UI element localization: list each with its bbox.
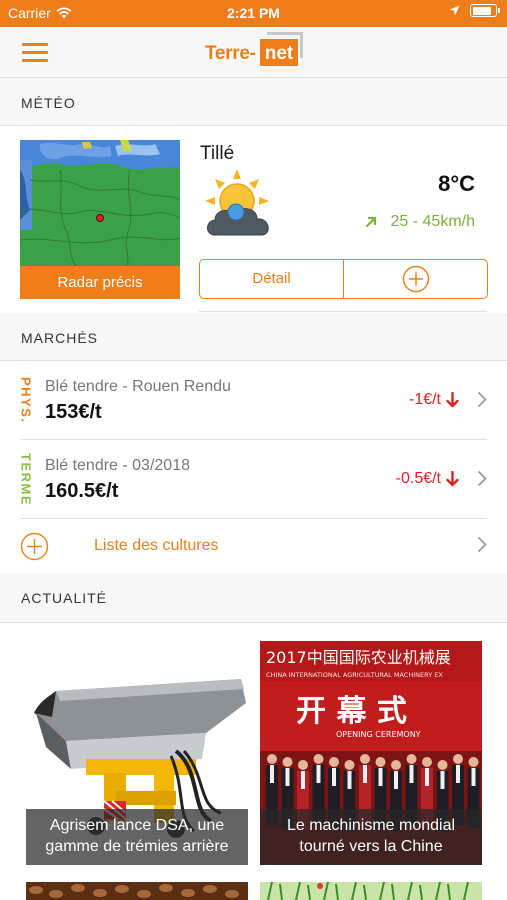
market-row-physique[interactable]: PHYS. Blé tendre - Rouen Rendu 153€/t -1… [0,361,507,439]
news-caption: Le machinisme mondial tourné vers la Chi… [260,809,482,865]
arrow-down-icon [446,392,459,408]
market-tag-terme: TERME [18,452,34,506]
news-card-machinisme[interactable]: 2017中国国际农业机械展 CHINA INTERNATIONAL AGRICU… [260,641,482,865]
chevron-right-icon [477,536,487,553]
nav-bar: Terre- net [0,27,507,78]
divider [199,311,487,312]
weather-actions: Détail [199,259,488,299]
market-change: -0.5€/t [396,470,459,488]
svg-text:CHINA INTERNATIONAL AGRICULTUR: CHINA INTERNATIONAL AGRICULTURAL MACHINE… [266,671,443,679]
wind-direction-arrow-icon [365,216,376,228]
temperature: 8°C [438,171,475,196]
wind-speed: 25 - 45km/h [390,213,475,230]
marches-title: MARCHÉS [21,330,99,346]
grain-image [26,882,248,900]
meteo-section-header: MÉTÉO [0,78,507,126]
crop-field-image [260,882,482,900]
meteo-title: MÉTÉO [21,95,76,111]
actualite-section-header: ACTUALITÉ [0,573,507,623]
market-price: 153€/t [45,401,102,423]
liste-cultures-label: Liste des cultures [94,537,219,554]
divider [20,518,487,519]
detail-button[interactable]: Détail [200,260,344,298]
actualite-title: ACTUALITÉ [21,590,108,606]
chevron-right-icon [477,470,487,487]
chevron-right-icon [477,391,487,408]
radar-map[interactable]: Radar précis [20,140,180,299]
market-name: Blé tendre - 03/2018 [45,457,190,474]
city-name: Tillé [200,143,235,164]
liste-cultures-row[interactable]: Liste des cultures [0,520,507,573]
plus-circle-icon [20,532,49,561]
arrow-down-icon [446,471,459,487]
status-bar: Carrier 2:21 PM [0,0,507,27]
svg-text:OPENING CEREMONY: OPENING CEREMONY [336,730,421,739]
terre-net-logo: Terre- net [205,32,305,70]
market-name: Blé tendre - Rouen Rendu [45,378,231,395]
weather-widget: Radar précis Tillé 8°C 25 - 45km/h Détai… [0,127,507,313]
clock: 2:21 PM [227,5,280,21]
svg-text:2017中国国际农业机械展: 2017中国国际农业机械展 [266,648,451,667]
partly-cloudy-icon [205,169,269,236]
location-arrow-icon [449,5,460,16]
news-card-partial[interactable] [260,882,482,900]
market-row-terme[interactable]: TERME Blé tendre - 03/2018 160.5€/t -0.5… [0,440,507,518]
wind-info: 25 - 45km/h [365,213,475,231]
market-price: 160.5€/t [45,480,119,502]
plus-circle-icon [402,265,429,293]
svg-text:开 幕 式: 开 幕 式 [296,694,407,729]
menu-icon[interactable] [22,43,48,62]
news-card-agrisem[interactable]: Agrisem lance DSA, une gamme de trémies … [26,641,248,865]
marches-section-header: MARCHÉS [0,313,507,361]
market-change: -1€/t [409,391,459,409]
radar-precis-button[interactable]: Radar précis [20,266,180,299]
battery-icon [470,4,500,17]
market-tag-phys: PHYS. [18,376,34,424]
add-location-button[interactable] [344,260,487,298]
news-card-partial[interactable] [26,882,248,900]
news-caption: Agrisem lance DSA, une gamme de trémies … [26,809,248,865]
